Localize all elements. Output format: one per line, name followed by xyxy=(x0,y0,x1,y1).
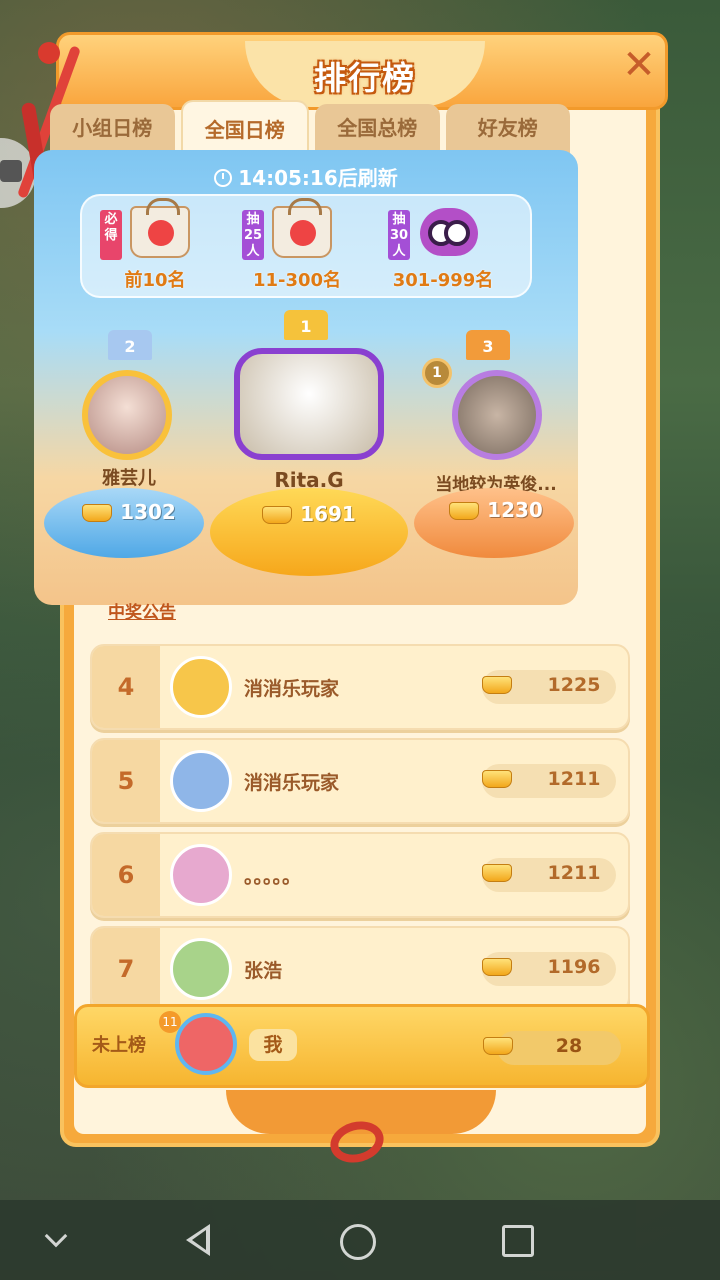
table-row[interactable]: 5 消消乐玩家 1211 xyxy=(90,738,630,824)
player-name: 消消乐玩家 xyxy=(244,772,340,794)
player-name: 雅芸儿 xyxy=(102,468,156,489)
player-score: 28 xyxy=(555,1035,583,1057)
prize-banner: 必得 前10名 抽25人 11-300名 抽30人 301-999名 xyxy=(80,194,532,298)
avatar xyxy=(234,348,384,460)
prize-range: 11-300名 xyxy=(252,270,342,291)
gold-ingot-icon xyxy=(262,506,293,524)
clock-icon xyxy=(214,169,233,187)
level-badge: 1 xyxy=(422,358,452,388)
ribbon-knot-decoration xyxy=(322,1112,392,1172)
avatar xyxy=(175,1013,237,1075)
podium-first[interactable]: 1 Rita.G 1691 xyxy=(210,310,408,600)
avatar xyxy=(170,656,232,718)
prize-tier-2: 抽25人 11-300名 xyxy=(232,198,362,296)
player-score: 1196 xyxy=(547,956,601,978)
self-rank-row[interactable]: 未上榜 11 我 28 xyxy=(74,1004,650,1088)
recent-apps-icon[interactable] xyxy=(502,1225,534,1257)
table-row[interactable]: 7 张浩 1196 xyxy=(90,926,630,1012)
podium-panel: 14:05:16后刷新 必得 前10名 抽25人 11-300名 抽30人 30… xyxy=(34,150,578,605)
gold-ingot-icon xyxy=(449,502,480,520)
refresh-timer: 14:05:16后刷新 xyxy=(34,162,578,191)
avatar xyxy=(170,844,232,906)
winner-notice-link[interactable]: 中奖公告 xyxy=(108,598,176,623)
prize-tag: 必得 xyxy=(100,210,122,260)
tab-national-daily[interactable]: 全国日榜 xyxy=(180,100,309,154)
gold-ingot-icon xyxy=(482,770,512,788)
prize-tag: 抽30人 xyxy=(388,210,410,260)
avatar xyxy=(170,938,232,1000)
tab-friends[interactable]: 好友榜 xyxy=(445,104,570,154)
crown-icon: 2 xyxy=(108,330,152,360)
home-icon[interactable] xyxy=(340,1224,376,1260)
player-name: 。。。。。 xyxy=(244,866,302,888)
podium-second[interactable]: 2 雅芸儿 1302 xyxy=(44,330,214,600)
gold-ingot-icon xyxy=(482,676,512,694)
avatar xyxy=(82,370,172,460)
gold-ingot-icon xyxy=(483,1037,513,1055)
tab-national-total[interactable]: 全国总榜 xyxy=(315,104,440,154)
player-score: 1302 xyxy=(44,500,214,524)
level-badge: 11 xyxy=(159,1011,181,1033)
avatar xyxy=(170,750,232,812)
self-rank-label: 未上榜 xyxy=(92,1035,146,1056)
crown-icon: 1 xyxy=(284,310,328,340)
rank-number: 5 xyxy=(92,740,160,822)
camera-icon xyxy=(0,160,22,182)
player-name: 张浩 xyxy=(244,960,283,982)
close-button[interactable]: ✕ xyxy=(619,45,659,85)
prize-range: 301-999名 xyxy=(392,270,494,291)
prize-range: 前10名 xyxy=(124,270,186,291)
prize-tier-1: 必得 前10名 xyxy=(90,198,220,296)
prize-tag: 抽25人 xyxy=(242,210,264,260)
page-title: 排行榜 xyxy=(313,59,416,97)
tab-bar: 小组日榜 全国日榜 全国总榜 好友榜 xyxy=(50,100,570,154)
system-nav-bar xyxy=(0,1200,720,1280)
player-score: 1691 xyxy=(210,502,408,526)
rank-number: 7 xyxy=(92,928,160,1010)
table-row[interactable]: 6 。。。。。 1211 xyxy=(90,832,630,918)
rank-number: 6 xyxy=(92,834,160,916)
modal-header: 排行榜 ✕ xyxy=(56,32,668,110)
owl-plush-icon xyxy=(420,208,478,256)
back-icon[interactable] xyxy=(180,1220,220,1260)
bag-icon xyxy=(272,198,332,258)
title-plate: 排行榜 xyxy=(245,41,485,107)
player-score: 1225 xyxy=(547,674,601,696)
chevron-down-icon[interactable] xyxy=(44,1224,68,1248)
refresh-timer-text: 14:05:16后刷新 xyxy=(238,166,398,190)
avatar xyxy=(452,370,542,460)
player-score: 1230 xyxy=(414,498,578,522)
rank-number: 4 xyxy=(92,646,160,728)
tab-group-daily[interactable]: 小组日榜 xyxy=(50,104,175,154)
player-name: 我 xyxy=(249,1029,297,1061)
ranking-list: 4 消消乐玩家 1225 5 消消乐玩家 1211 6 。。。。。 1211 7… xyxy=(90,644,630,1020)
gold-ingot-icon xyxy=(82,504,113,522)
bag-icon xyxy=(130,198,190,258)
gold-ingot-icon xyxy=(482,958,512,976)
gold-ingot-icon xyxy=(482,864,512,882)
crown-icon: 3 xyxy=(466,330,510,360)
prize-tier-3: 抽30人 301-999名 xyxy=(378,202,508,296)
table-row[interactable]: 4 消消乐玩家 1225 xyxy=(90,644,630,730)
player-score: 1211 xyxy=(547,768,601,790)
player-score: 1211 xyxy=(547,862,601,884)
player-name: 消消乐玩家 xyxy=(244,678,340,700)
podium-third[interactable]: 3 1 当地较为英俊... 1230 xyxy=(414,330,578,600)
